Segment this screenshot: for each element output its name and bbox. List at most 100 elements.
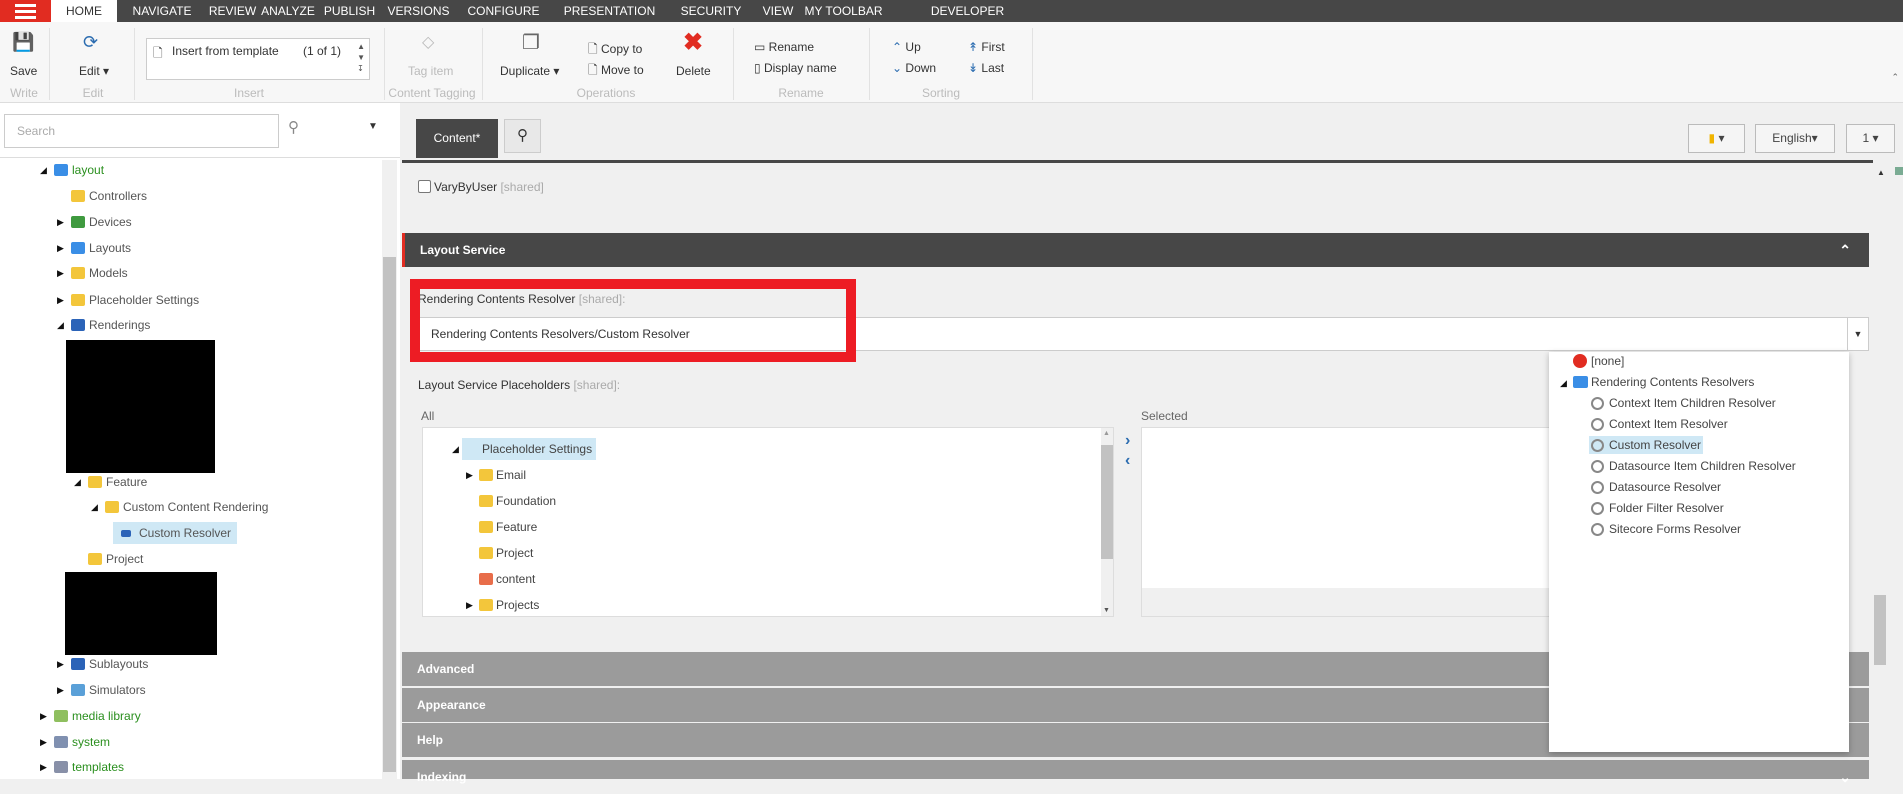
- expand-icon[interactable]: ▶: [57, 262, 64, 284]
- expanded-icon[interactable]: ◢: [57, 314, 64, 336]
- up-button[interactable]: ⌃ Up: [892, 40, 921, 54]
- expand-icon[interactable]: ▶: [40, 705, 47, 727]
- tree-item[interactable]: ▶ Simulators: [57, 679, 357, 701]
- menu-my-toolbar[interactable]: MY TOOLBAR: [802, 0, 885, 22]
- resolver-dropdown-arrow-icon[interactable]: ▼: [1847, 317, 1869, 351]
- tree-item-label: templates: [72, 760, 125, 774]
- chevron-down-icon[interactable]: ⌄: [1839, 760, 1851, 794]
- tag-item-button[interactable]: Tag item: [408, 64, 453, 78]
- menu-configure[interactable]: CONFIGURE: [456, 0, 551, 22]
- collapse-ribbon-icon[interactable]: ⌃: [1891, 72, 1899, 83]
- tree-item[interactable]: Custom Resolver: [113, 522, 413, 544]
- tree-item[interactable]: ◢ layout: [40, 159, 340, 181]
- copy-to-label: Copy to: [600, 42, 643, 56]
- tree-item[interactable]: ▶ media library: [40, 705, 340, 727]
- search-tab-button[interactable]: ⚲: [504, 119, 541, 153]
- expanded-icon[interactable]: ◢: [1560, 374, 1567, 392]
- folder-icon: [1573, 376, 1588, 388]
- menu-developer[interactable]: DEVELOPER: [885, 0, 1050, 22]
- project-folder-icon: [88, 553, 102, 565]
- tree-item[interactable]: Controllers: [57, 185, 357, 207]
- display-name-button[interactable]: ▯ Display name: [754, 61, 837, 75]
- tree-item[interactable]: ▶ Devices: [57, 211, 357, 233]
- tree-item[interactable]: ◢ Custom Content Rendering: [91, 496, 391, 518]
- menu-navigate[interactable]: NAVIGATE: [117, 0, 207, 22]
- menu-presentation[interactable]: PRESENTATION: [551, 0, 668, 22]
- remove-arrow-icon[interactable]: ‹: [1125, 452, 1130, 470]
- vary-by-user-checkbox[interactable]: [418, 180, 431, 193]
- expanded-icon[interactable]: ◢: [452, 438, 459, 460]
- section-header-indexing[interactable]: Indexing ⌄: [402, 760, 1869, 785]
- down-button[interactable]: ⌄ Down: [892, 61, 936, 75]
- tree-item[interactable]: ▶ system: [40, 731, 340, 753]
- dropdown-item[interactable]: Custom Resolver: [1589, 436, 1704, 454]
- tree-item[interactable]: ▶ Placeholder Settings: [57, 289, 357, 311]
- menu-review[interactable]: REVIEW: [207, 0, 258, 22]
- all-list-scrollbar[interactable]: ▲ ▼: [1101, 428, 1113, 616]
- menu-versions[interactable]: VERSIONS: [381, 0, 456, 22]
- tree-scrollbar[interactable]: [382, 160, 397, 779]
- search-icon[interactable]: ⚲: [288, 118, 299, 136]
- expand-icon[interactable]: ▶: [40, 731, 47, 753]
- language-selector[interactable]: English▾: [1755, 124, 1835, 153]
- dropdown-item[interactable]: Folder Filter Resolver: [1589, 499, 1726, 517]
- page-scrollbar-thumb[interactable]: [1874, 595, 1886, 665]
- expand-icon[interactable]: ▶: [466, 594, 473, 616]
- menu-publish[interactable]: PUBLISH: [318, 0, 381, 22]
- search-input[interactable]: Search: [4, 114, 279, 148]
- delete-button[interactable]: Delete: [676, 64, 711, 78]
- last-button[interactable]: ↡ Last: [968, 61, 1004, 75]
- expand-icon[interactable]: ▶: [57, 289, 64, 311]
- expand-icon[interactable]: ▶: [40, 756, 47, 778]
- tab-content[interactable]: Content*: [416, 119, 498, 158]
- save-button[interactable]: Save: [10, 64, 37, 78]
- rename-button[interactable]: ▭ Rename: [754, 40, 814, 54]
- tree-item[interactable]: ◢ Renderings: [57, 314, 357, 336]
- insert-options-list[interactable]: 🗋 Insert from template (1 of 1) ▲ ▼ ↧: [146, 38, 370, 80]
- move-to-button[interactable]: 🗋 Move to: [588, 61, 644, 82]
- copy-to-button[interactable]: 🗋 Copy to: [588, 40, 642, 61]
- expanded-icon[interactable]: ◢: [91, 496, 98, 518]
- menu-view[interactable]: VIEW: [754, 0, 802, 22]
- version-selector[interactable]: 1 ▾: [1846, 124, 1895, 153]
- menu-analyze[interactable]: ANALYZE: [258, 0, 318, 22]
- expand-icon[interactable]: ▶: [57, 211, 64, 233]
- tree-item[interactable]: ▶ Models: [57, 262, 357, 284]
- version-label: 1: [1862, 131, 1870, 145]
- hamburger-menu-button[interactable]: [0, 0, 51, 22]
- tree-item[interactable]: ▶ templates: [40, 756, 340, 778]
- item-version-menu-button[interactable]: ▮ ▾: [1688, 124, 1745, 153]
- expand-icon[interactable]: ▶: [466, 464, 473, 486]
- first-button[interactable]: ↟ First: [968, 40, 1005, 54]
- expand-icon[interactable]: ▶: [57, 679, 64, 701]
- expanded-icon[interactable]: ◢: [40, 159, 47, 181]
- dropdown-item[interactable]: Context Item Children Resolver: [1589, 394, 1778, 412]
- tree-item-label: layout: [72, 163, 105, 177]
- dropdown-item[interactable]: Datasource Item Children Resolver: [1589, 457, 1798, 475]
- insert-from-template[interactable]: Insert from template: [172, 44, 279, 58]
- tree-item[interactable]: Project: [74, 548, 374, 570]
- dropdown-item[interactable]: Sitecore Forms Resolver: [1589, 520, 1743, 538]
- expand-icon[interactable]: ▶: [57, 653, 64, 675]
- tree-item[interactable]: ▶ Sublayouts: [57, 653, 357, 675]
- edit-button[interactable]: Edit ▾: [79, 64, 109, 78]
- folder-icon: [479, 469, 493, 481]
- dropdown-item[interactable]: Datasource Resolver: [1589, 478, 1723, 496]
- page-scrollbar[interactable]: ▲: [1873, 163, 1887, 779]
- expanded-icon[interactable]: ◢: [74, 471, 81, 493]
- scroll-arrows-icon[interactable]: ▲ ▼ ↧: [357, 41, 365, 74]
- selected-placeholders-list[interactable]: [1141, 427, 1561, 617]
- menu-security[interactable]: SECURITY: [668, 0, 754, 22]
- tree-item[interactable]: ▶ Layouts: [57, 237, 357, 259]
- section-header-layout-service[interactable]: Layout Service ⌃: [402, 233, 1869, 267]
- move-to-label: Move to: [600, 63, 644, 77]
- duplicate-button[interactable]: Duplicate ▾: [500, 64, 559, 78]
- expand-icon[interactable]: ▶: [57, 237, 64, 259]
- tree-item[interactable]: ◢ Feature: [74, 471, 374, 493]
- edit-label: Edit: [79, 64, 100, 78]
- search-options-dropdown-icon[interactable]: ▼: [368, 121, 378, 132]
- add-arrow-icon[interactable]: ›: [1125, 432, 1130, 450]
- chevron-up-icon[interactable]: ⌃: [1839, 233, 1851, 267]
- menu-home[interactable]: HOME: [51, 0, 117, 22]
- dropdown-item[interactable]: Context Item Resolver: [1589, 415, 1730, 433]
